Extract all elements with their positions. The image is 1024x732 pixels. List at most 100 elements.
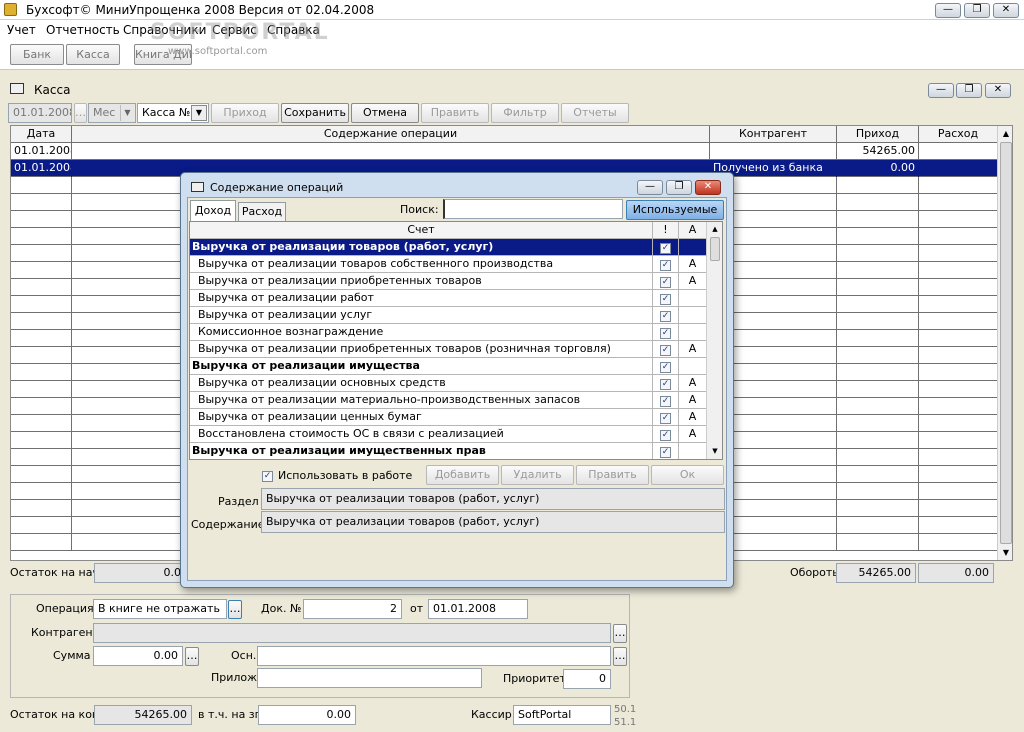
sum-calc-button[interactable]: … [185, 647, 199, 666]
list-item[interactable]: Восстановлена стоимость ОС в связи с реа… [190, 426, 706, 443]
menu-bar: Учет Отчетность Справочники Сервис Справ… [0, 20, 1024, 45]
menu-item-uchet[interactable]: Учет [7, 23, 36, 37]
list-item[interactable]: Выручка от реализации товаров (работ, ус… [190, 239, 706, 256]
chevron-down-icon[interactable]: ▼ [120, 105, 134, 121]
table-cell [11, 194, 72, 211]
kassa-restore-button[interactable]: ❐ [956, 83, 982, 98]
chevron-down-icon[interactable]: ▼ [191, 105, 207, 121]
col-header-content[interactable]: Содержание операции [72, 126, 710, 143]
col-header-account[interactable]: Счет [190, 222, 653, 239]
contragent-select-button[interactable]: … [613, 624, 627, 643]
app-minimize-button[interactable]: — [935, 3, 961, 18]
col-header-date[interactable]: Дата [11, 126, 72, 143]
doc-date-field[interactable]: 01.01.2008 [428, 599, 528, 619]
kassa-date-picker-button[interactable]: … [74, 103, 87, 123]
list-scrollbar[interactable]: ▲ ▼ [706, 222, 722, 459]
filter-button[interactable]: Фильтр [491, 103, 559, 123]
scroll-down-icon[interactable]: ▼ [708, 445, 722, 457]
app-restore-button[interactable]: ❐ [964, 3, 990, 18]
tab-rashod[interactable]: Расход [238, 202, 286, 221]
dialog-restore-button[interactable]: ❐ [666, 180, 692, 195]
tab-dohod[interactable]: Доход [190, 200, 236, 221]
scroll-up-icon[interactable]: ▲ [999, 127, 1012, 141]
list-item-flag[interactable]: ✓ [653, 375, 679, 392]
prilozh-field[interactable] [257, 668, 482, 688]
menu-item-otchetnost[interactable]: Отчетность [46, 23, 120, 37]
list-item-flag[interactable]: ✓ [653, 341, 679, 358]
list-item[interactable]: Выручка от реализации ценных бумаг ✓ А [190, 409, 706, 426]
cashier-field[interactable]: SoftPortal [513, 705, 611, 725]
toolbar-kassa-button[interactable]: Касса [66, 44, 120, 65]
col-header-flag[interactable]: ! [653, 222, 679, 239]
table-cell [837, 330, 919, 347]
col-header-expense[interactable]: Расход [919, 126, 997, 143]
priority-field[interactable]: 0 [563, 669, 611, 689]
toolbar-bank-button[interactable]: Банк [10, 44, 64, 65]
list-item[interactable]: Выручка от реализации приобретенных това… [190, 273, 706, 290]
edit-item-button[interactable]: Править [576, 465, 649, 485]
list-item[interactable]: Выручка от реализации имущества ✓ [190, 358, 706, 375]
dialog-minimize-button[interactable]: — [637, 180, 663, 195]
cancel-button[interactable]: Отмена [351, 103, 419, 123]
list-item-flag[interactable]: ✓ [653, 239, 679, 256]
list-item[interactable]: Выручка от реализации товаров собственно… [190, 256, 706, 273]
list-item[interactable]: Выручка от реализации работ ✓ [190, 290, 706, 307]
prihod-button[interactable]: Приход [211, 103, 279, 123]
list-item[interactable]: Выручка от реализации основных средств ✓ А [190, 375, 706, 392]
list-item-flag[interactable]: ✓ [653, 273, 679, 290]
list-item-flag[interactable]: ✓ [653, 324, 679, 341]
table-cell [919, 211, 997, 228]
kassa-close-button[interactable]: ✕ [985, 83, 1011, 98]
list-item[interactable]: Выручка от реализации материально-произв… [190, 392, 706, 409]
list-item-flag[interactable]: ✓ [653, 443, 679, 459]
col-header-a[interactable]: А [679, 222, 706, 239]
delete-button[interactable]: Удалить [501, 465, 574, 485]
content-field[interactable]: Выручка от реализации товаров (работ, ус… [261, 511, 725, 533]
table-cell [919, 398, 997, 415]
contragent-label: Контрагент [31, 626, 100, 639]
contragent-field[interactable] [93, 623, 611, 643]
col-header-contragent[interactable]: Контрагент [710, 126, 837, 143]
scroll-thumb[interactable] [1000, 142, 1012, 544]
add-button[interactable]: Добавить [426, 465, 499, 485]
scroll-down-icon[interactable]: ▼ [999, 546, 1012, 560]
list-item-flag[interactable]: ✓ [653, 290, 679, 307]
list-item-label: Выручка от реализации услуг [190, 307, 653, 324]
list-item[interactable]: Выручка от реализации услуг ✓ [190, 307, 706, 324]
checkmark-icon: ✓ [660, 260, 671, 271]
osn-field[interactable] [257, 646, 611, 666]
doc-number-field[interactable]: 2 [303, 599, 402, 619]
operation-select-button[interactable]: … [228, 600, 242, 619]
table-cell [919, 364, 997, 381]
list-item-flag[interactable]: ✓ [653, 409, 679, 426]
ok-button[interactable]: Ок [651, 465, 724, 485]
list-item-flag[interactable]: ✓ [653, 256, 679, 273]
dialog-close-button[interactable]: ✕ [695, 180, 721, 195]
table-cell [837, 517, 919, 534]
use-in-work-checkbox[interactable]: ✓ [262, 468, 273, 482]
kassa-date-field[interactable]: 01.01.2008 [8, 103, 72, 123]
scroll-thumb[interactable] [710, 237, 720, 261]
list-item[interactable]: Выручка от реализации имущественных прав… [190, 443, 706, 459]
sum-field[interactable]: 0.00 [93, 646, 183, 666]
list-item-flag[interactable]: ✓ [653, 307, 679, 324]
list-item[interactable]: Выручка от реализации приобретенных това… [190, 341, 706, 358]
search-input[interactable] [443, 199, 623, 219]
kassa-minimize-button[interactable]: — [928, 83, 954, 98]
used-button[interactable]: Используемые [626, 200, 724, 220]
edit-button[interactable]: Править [421, 103, 489, 123]
save-button[interactable]: Сохранить [281, 103, 349, 123]
grid-scrollbar[interactable]: ▲ ▼ [997, 126, 1012, 560]
reports-button[interactable]: Отчеты [561, 103, 629, 123]
table-row[interactable]: 01.01.2008 54265.00 [11, 143, 997, 160]
osn-select-button[interactable]: … [613, 647, 627, 666]
vtch-field[interactable]: 0.00 [258, 705, 356, 725]
operation-field[interactable]: В книге не отражать [93, 599, 227, 619]
list-item-flag[interactable]: ✓ [653, 392, 679, 409]
list-item-flag[interactable]: ✓ [653, 426, 679, 443]
list-item[interactable]: Комиссионное вознаграждение ✓ [190, 324, 706, 341]
scroll-up-icon[interactable]: ▲ [708, 223, 722, 235]
col-header-income[interactable]: Приход [837, 126, 919, 143]
list-item-flag[interactable]: ✓ [653, 358, 679, 375]
app-close-button[interactable]: ✕ [993, 3, 1019, 18]
